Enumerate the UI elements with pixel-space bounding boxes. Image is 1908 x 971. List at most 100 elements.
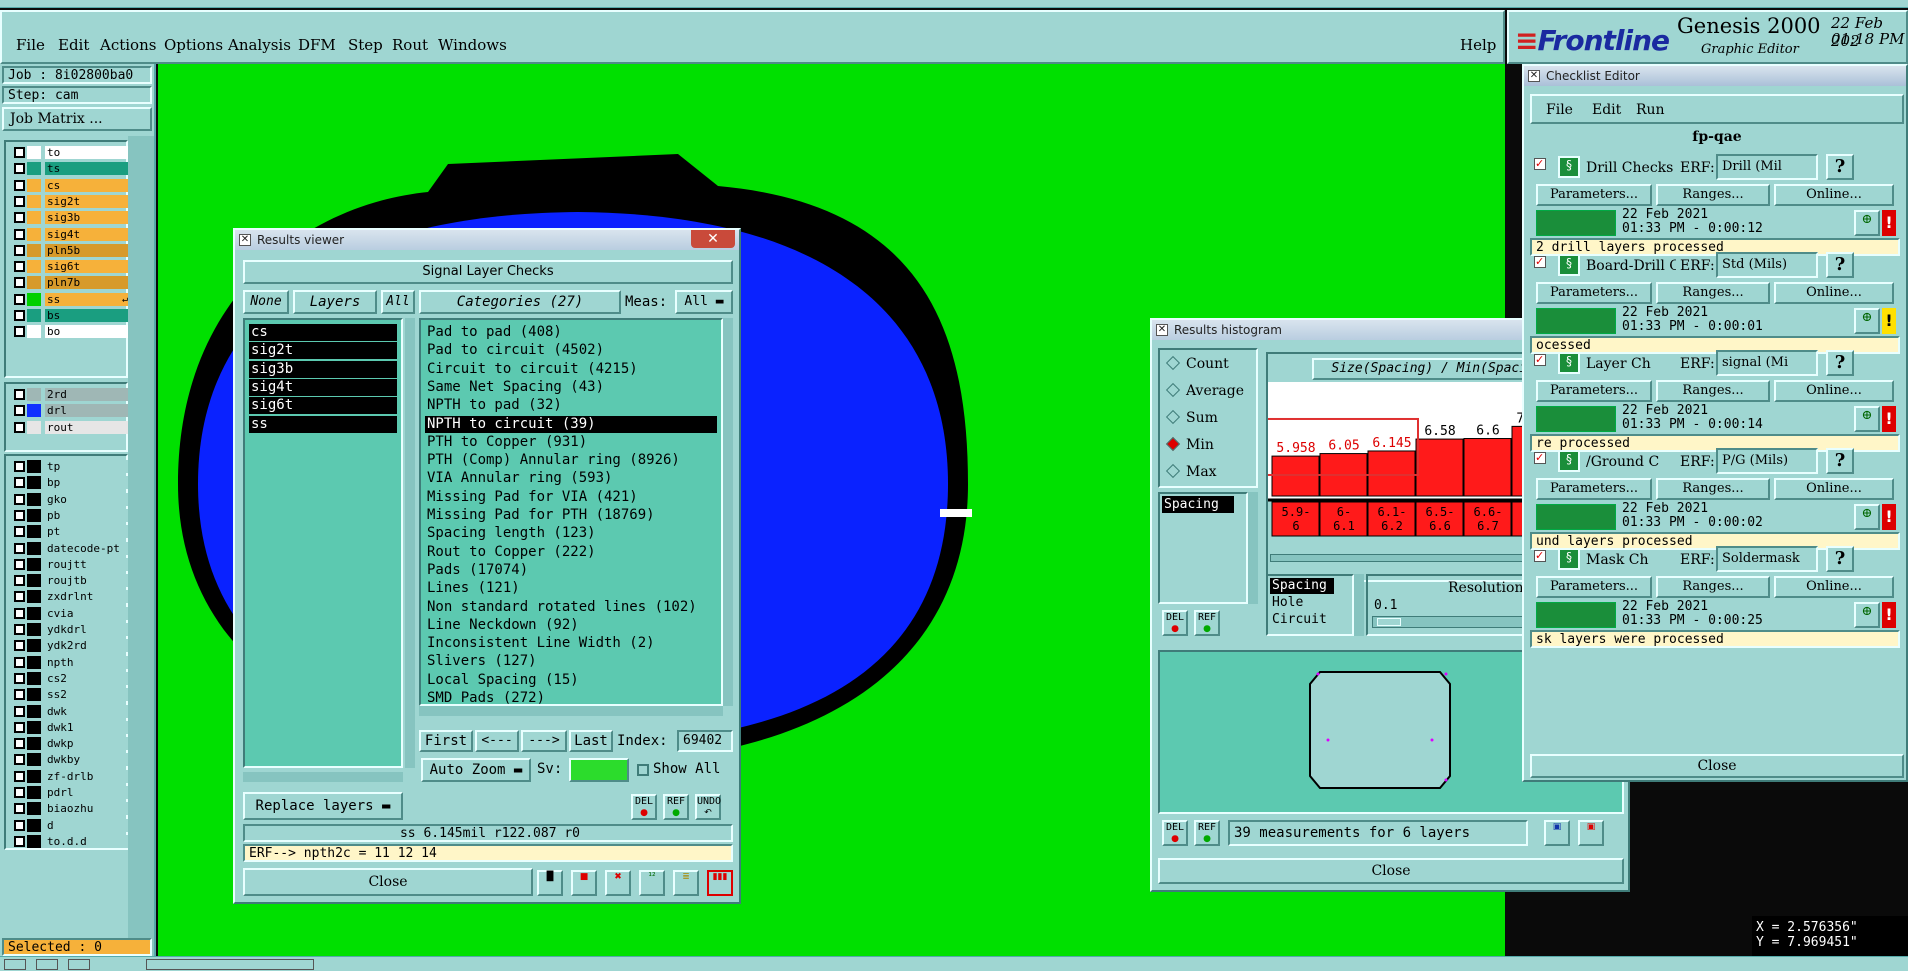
layer-row[interactable]: datecode-pt [14, 541, 134, 556]
menu-file[interactable]: File [16, 36, 45, 54]
category-item[interactable]: Spacing length (123) [425, 525, 596, 542]
meas-dropdown[interactable]: All ▬ [675, 290, 733, 314]
measure-list-scrollbar[interactable] [1248, 492, 1258, 604]
next-button[interactable]: ---> [521, 730, 567, 752]
layer-row[interactable]: dwkby [14, 752, 134, 767]
results-viewer-close-x[interactable]: ✕ [691, 230, 735, 248]
layer-checkbox[interactable] [14, 640, 25, 652]
help-question-icon[interactable]: ? [1826, 252, 1854, 278]
menu-step[interactable]: Step [348, 36, 383, 54]
layer-row[interactable]: cs↵ [14, 178, 134, 193]
option-sum[interactable]: Sum [1165, 409, 1218, 426]
checklist-titlebar[interactable]: ✕ Checklist Editor [1524, 66, 1906, 86]
zoom-icon[interactable]: ⊕ [1854, 602, 1880, 628]
last-button[interactable]: Last [569, 730, 613, 752]
layer-checkbox[interactable] [14, 526, 25, 538]
checklist-item-checkbox[interactable]: ✓ [1534, 550, 1546, 562]
type-list[interactable]: Spacing Hole Circuit [1266, 574, 1354, 636]
ranges-button[interactable]: Ranges... [1656, 576, 1770, 598]
erf-value[interactable]: signal (Mi [1716, 350, 1818, 376]
layer-row[interactable]: bs↵ [14, 308, 134, 323]
help-question-icon[interactable]: ? [1826, 350, 1854, 376]
layer-checkbox[interactable] [14, 461, 25, 472]
exclude-icon[interactable]: ✖ [605, 870, 631, 896]
layer-panel-scroll[interactable] [128, 136, 154, 971]
ref-button[interactable]: REF ● [663, 794, 689, 820]
index-input[interactable]: 69402 [677, 730, 733, 752]
layer-row[interactable]: pt [14, 524, 134, 539]
ranges-button[interactable]: Ranges... [1656, 282, 1770, 304]
erf-value[interactable]: Std (Mils) [1716, 252, 1818, 278]
layer-checkbox[interactable] [14, 179, 25, 191]
category-item[interactable]: Lines (121) [425, 580, 520, 597]
ranges-button[interactable]: Ranges... [1656, 478, 1770, 500]
online-button[interactable]: Online... [1774, 184, 1894, 206]
layer-checkbox[interactable] [14, 212, 25, 224]
checklist-menu-run[interactable]: Run [1636, 102, 1665, 118]
layer-checkbox[interactable] [14, 195, 25, 207]
layer-checkbox[interactable] [14, 624, 25, 635]
taskbar-button[interactable] [36, 959, 58, 970]
results-close-button[interactable]: Close [243, 868, 533, 896]
taskbar-button[interactable] [68, 959, 90, 970]
category-item[interactable]: VIA Annular ring (593) [425, 470, 612, 487]
zoom-icon[interactable]: ⊕ [1854, 406, 1880, 432]
layer-checkbox[interactable] [14, 803, 25, 815]
footer-ref-button[interactable]: REF ● [1194, 820, 1220, 846]
option-average[interactable]: Average [1165, 382, 1244, 399]
sv-color-dropdown[interactable] [569, 758, 629, 782]
type-item-spacing[interactable]: Spacing [1270, 578, 1334, 594]
layer-row[interactable]: sig3b [14, 210, 134, 225]
layer-row[interactable]: tp [14, 459, 134, 474]
category-item[interactable]: Rout to Copper (222) [425, 544, 596, 561]
zoom-icon[interactable]: ⊕ [1854, 210, 1880, 236]
layer-row[interactable]: roujtt [14, 557, 134, 572]
category-item[interactable]: Inconsistent Line Width (2) [425, 635, 655, 652]
option-max[interactable]: Max [1165, 463, 1217, 480]
layer-row[interactable]: cs2 [14, 671, 134, 686]
prev-button[interactable]: <--- [475, 730, 519, 752]
results-viewer-titlebar[interactable]: ✕ Results viewer [235, 230, 739, 250]
layer-checkbox[interactable] [14, 421, 25, 433]
layer-checkbox[interactable] [14, 721, 25, 733]
checklist-item-checkbox[interactable]: ✓ [1534, 256, 1546, 268]
layer-checkbox[interactable] [14, 558, 25, 570]
layer-checkbox[interactable] [14, 819, 25, 831]
type-item-hole[interactable]: Hole [1272, 595, 1303, 611]
layer-checkbox[interactable] [14, 244, 25, 256]
online-button[interactable]: Online... [1774, 380, 1894, 402]
category-item[interactable]: Local Spacing (15) [425, 672, 579, 689]
category-item[interactable]: Pads (17074) [425, 562, 528, 579]
layer-row[interactable]: roujtb [14, 573, 134, 588]
category-item[interactable]: Missing Pad for VIA (421) [425, 489, 638, 506]
online-button[interactable]: Online... [1774, 282, 1894, 304]
layer-checkbox[interactable] [14, 147, 25, 158]
layer-row[interactable]: ss2 [14, 687, 134, 702]
layer-row[interactable]: pln7b [14, 275, 134, 290]
layer-row[interactable]: d [14, 818, 134, 833]
category-item[interactable]: NPTH to pad (32) [425, 397, 562, 414]
histogram-close-button[interactable]: Close [1158, 858, 1624, 884]
layer-checkbox[interactable] [14, 228, 25, 240]
layer-checkbox[interactable] [14, 575, 25, 587]
parameters-button[interactable]: Parameters... [1536, 576, 1652, 598]
layer-row[interactable]: biaozhu [14, 801, 134, 816]
layer-row[interactable]: zxdrlnt [14, 589, 134, 604]
type-item-circuit[interactable]: Circuit [1272, 612, 1327, 628]
category-item[interactable]: Slivers (127) [425, 653, 537, 670]
online-button[interactable]: Online... [1774, 478, 1894, 500]
layer-row[interactable]: dwk [14, 704, 134, 719]
layer-row[interactable]: ts↵ [14, 161, 134, 176]
category-item[interactable]: SMD Pads (272) [425, 690, 545, 707]
replace-layers-dropdown[interactable]: Replace layers ▬ [243, 792, 403, 820]
layer-list-item[interactable]: sig2t [249, 342, 397, 360]
layer-checkbox[interactable] [14, 672, 25, 684]
export-icon[interactable]: ▣ [1544, 820, 1570, 846]
menu-analysis[interactable]: Analysis [228, 36, 291, 54]
categories-scrollbar[interactable] [723, 318, 733, 706]
hist-del-button[interactable]: DEL ● [1162, 610, 1188, 636]
run-icons[interactable] [1536, 406, 1616, 432]
zoom-to-icon[interactable]: ▣ [1578, 820, 1604, 846]
checklist-menu-file[interactable]: File [1546, 102, 1573, 118]
run-icons[interactable] [1536, 308, 1616, 334]
